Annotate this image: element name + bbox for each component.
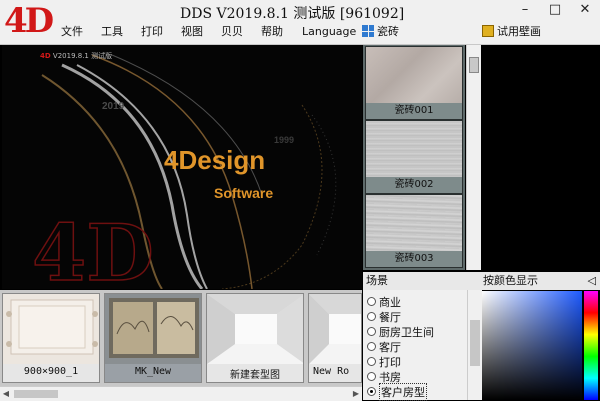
tile-label: 瓷砖002: [366, 177, 462, 193]
menu-tools[interactable]: 工具: [92, 24, 132, 40]
collapse-icon[interactable]: ◁: [588, 272, 596, 290]
thumbnail-item[interactable]: New Ro: [308, 293, 362, 383]
thumbnail-image: [3, 294, 99, 364]
tile-grid-icon: [362, 25, 374, 37]
close-button[interactable]: ✕: [570, 0, 600, 20]
scroll-thumb[interactable]: [14, 390, 58, 398]
thumbnail-label: New Ro: [313, 366, 350, 377]
splash-brand-subtitle: Software: [214, 185, 274, 201]
window-title: DDS V2019.8.1 测试版 [961092]: [180, 6, 405, 22]
tile-item[interactable]: 瓷砖001: [365, 46, 463, 120]
thumbnail-label: 新建套型图: [230, 370, 280, 381]
tile-texture: [366, 47, 462, 103]
thumbnail-item[interactable]: 新建套型图: [206, 293, 304, 383]
thumbnail-image: [309, 294, 361, 364]
radio-icon[interactable]: [367, 297, 376, 306]
tile-label: 瓷砖003: [366, 251, 462, 267]
tile-panel-scrollbar[interactable]: [466, 45, 481, 270]
menu-language[interactable]: Language: [292, 24, 365, 40]
scene-option-selected[interactable]: 客户房型: [363, 382, 467, 401]
color-panel-header: 按颜色显示 ◁: [481, 272, 600, 290]
scene-option[interactable]: 厨房卫生间: [363, 324, 467, 339]
radio-icon[interactable]: [367, 372, 376, 381]
scene-list: 商业 餐厅 厨房卫生间 客厅 打印 书房 客户房型: [363, 290, 467, 401]
tile-texture: [366, 195, 462, 251]
splash-year-2019: 2019: [102, 101, 125, 112]
tile-library-panel: 瓷砖001 瓷砖002 瓷砖003: [363, 45, 465, 270]
thumbnail-strip: 900×900_1 MK_New 新建套型图 New Ro: [0, 290, 362, 386]
menu-view[interactable]: 视图: [172, 24, 212, 40]
tile-button-label: 瓷砖: [377, 25, 399, 38]
thumbnail-item[interactable]: MK_New: [104, 293, 202, 383]
minimize-button[interactable]: –: [510, 0, 540, 20]
hue-slider[interactable]: [584, 291, 598, 400]
splash-small-logo: 4D V2019.8.1 测试版: [40, 52, 113, 60]
right-empty-area: [481, 45, 600, 270]
wallpaper-icon: [482, 25, 494, 37]
wallpaper-button-label: 试用壁画: [497, 25, 541, 38]
color-panel-title: 按颜色显示: [483, 274, 538, 287]
scene-option[interactable]: 餐厅: [363, 309, 467, 324]
scene-list-scrollbar[interactable]: [467, 290, 482, 400]
tile-label: 瓷砖001: [366, 103, 462, 119]
scroll-right-icon[interactable]: ▶: [350, 387, 362, 401]
window-controls: – □ ✕: [510, 0, 600, 20]
menu-print[interactable]: 打印: [132, 24, 172, 40]
radio-icon[interactable]: [367, 327, 376, 336]
scene-option[interactable]: 客厅: [363, 339, 467, 354]
scene-option[interactable]: 商业: [363, 294, 467, 309]
thumbnail-scrollbar[interactable]: ◀ ▶: [0, 386, 362, 401]
tile-button[interactable]: 瓷砖: [362, 23, 399, 39]
menu-bar: 文件 工具 打印 视图 贝贝 帮助 Language: [52, 24, 365, 40]
wallpaper-button[interactable]: 试用壁画: [482, 23, 541, 39]
menu-file[interactable]: 文件: [52, 24, 92, 40]
maximize-button[interactable]: □: [540, 0, 570, 20]
radio-icon[interactable]: [367, 357, 376, 366]
scroll-left-icon[interactable]: ◀: [0, 387, 12, 401]
radio-selected-icon[interactable]: [367, 387, 376, 396]
app-logo: 4D: [4, 1, 54, 41]
tile-item[interactable]: 瓷砖002: [365, 120, 463, 194]
scene-panel-title: 场景: [363, 272, 481, 290]
radio-icon[interactable]: [367, 342, 376, 351]
thumbnail-label: 900×900_1: [23, 366, 79, 377]
menu-beibei[interactable]: 贝贝: [212, 24, 252, 40]
main-viewport[interactable]: 4D 4D V2019.8.1 测试版 2019 1999 4Design So…: [2, 45, 362, 289]
thumbnail-image: [207, 294, 303, 364]
thumbnail-label: MK_New: [134, 366, 172, 377]
title-menu-bar: 4D DDS V2019.8.1 测试版 [961092] 文件 工具 打印 视…: [0, 0, 600, 45]
tile-texture: [366, 121, 462, 177]
thumbnail-image: [105, 294, 201, 364]
scene-option[interactable]: 打印: [363, 354, 467, 369]
color-picker-field[interactable]: [482, 291, 582, 400]
splash-brand-title: 4Design: [164, 145, 266, 175]
thumbnail-item[interactable]: 900×900_1: [2, 293, 100, 383]
menu-help[interactable]: 帮助: [252, 24, 292, 40]
svg-text:4D: 4D: [32, 208, 154, 289]
tile-item[interactable]: 瓷砖003: [365, 194, 463, 268]
radio-icon[interactable]: [367, 312, 376, 321]
splash-year-1999: 1999: [274, 135, 295, 145]
